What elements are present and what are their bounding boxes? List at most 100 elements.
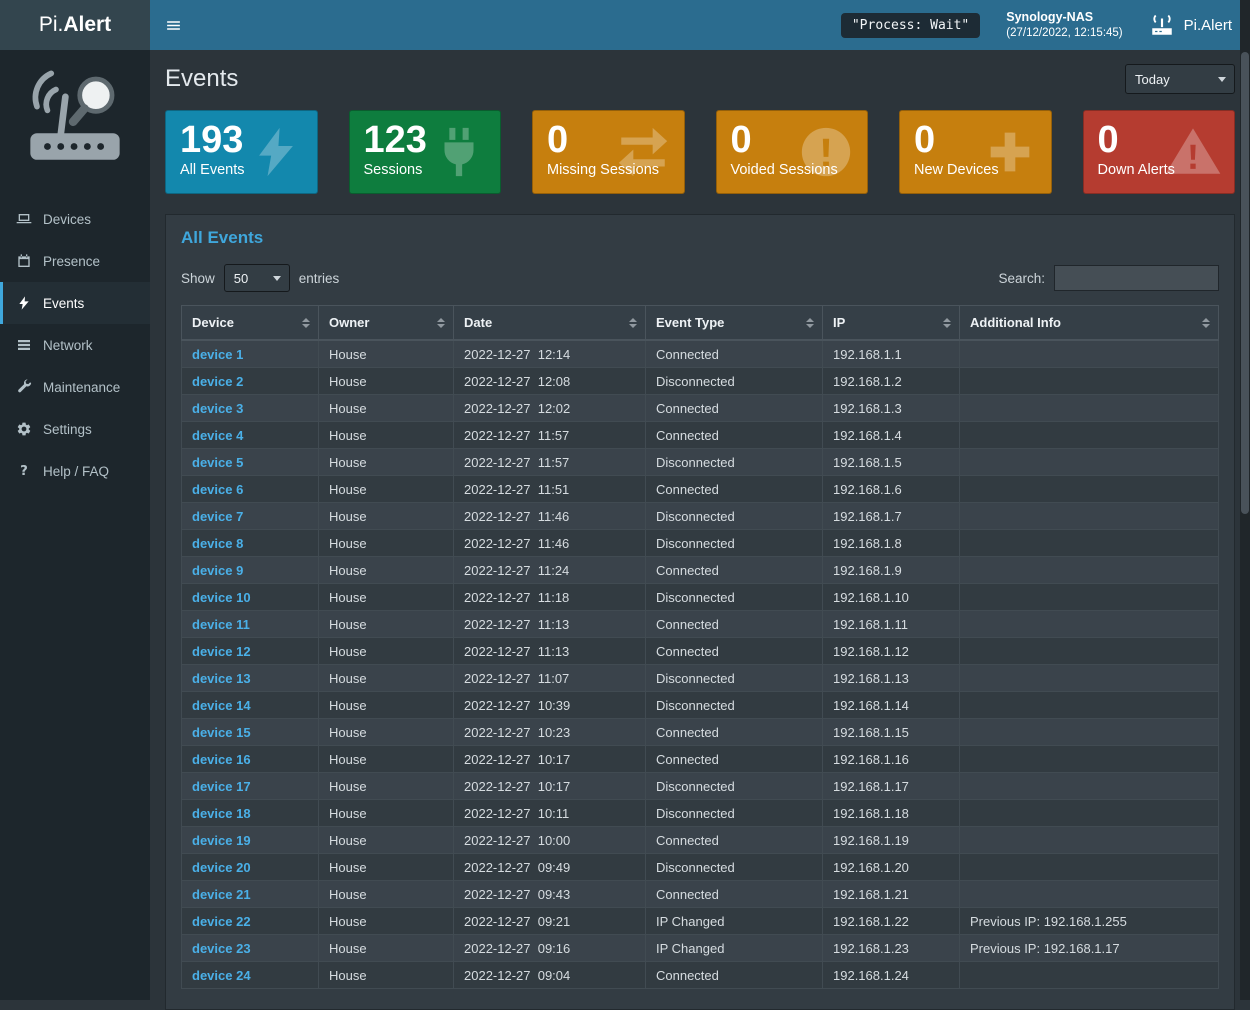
table-row: device 23House2022-12-27 09:16IP Changed… [182,935,1219,962]
sidebar-item-maintenance[interactable]: Maintenance [0,366,150,408]
event-type-cell: Connected [646,962,823,989]
device-link[interactable]: device 9 [192,563,243,578]
sort-icon [302,318,310,328]
ip-cell: 192.168.1.22 [823,908,960,935]
scrollbar-thumb[interactable] [1241,52,1249,514]
device-link[interactable]: device 24 [192,968,251,983]
additional-info-cell [960,692,1219,719]
ip-cell: 192.168.1.17 [823,773,960,800]
device-link[interactable]: device 13 [192,671,251,686]
bolt-icon [247,123,305,181]
device-link[interactable]: device 20 [192,860,251,875]
device-link[interactable]: device 21 [192,887,251,902]
owner-cell: House [319,773,454,800]
device-link[interactable]: device 3 [192,401,243,416]
page-length-select[interactable]: 50 [224,264,290,292]
sidebar-item-settings[interactable]: Settings [0,408,150,450]
table-header-row: DeviceOwnerDateEvent TypeIPAdditional In… [182,306,1219,341]
ip-cell: 192.168.1.11 [823,611,960,638]
device-link[interactable]: device 19 [192,833,251,848]
table-row: device 4House2022-12-27 11:57Connected19… [182,422,1219,449]
period-select[interactable]: Today [1125,64,1235,94]
table-row: device 2House2022-12-27 12:08Disconnecte… [182,368,1219,395]
column-header-ip[interactable]: IP [823,306,960,341]
laptop-icon [16,211,32,227]
search-input[interactable] [1054,265,1219,291]
device-cell: device 14 [182,692,319,719]
sidebar-toggle-button[interactable] [150,0,196,50]
date-cell: 2022-12-27 10:17 [454,773,646,800]
ip-cell: 192.168.1.23 [823,935,960,962]
date-cell: 2022-12-27 12:02 [454,395,646,422]
period-select-wrap: Today [1125,64,1235,94]
sidebar-item-help-faq[interactable]: ?Help / FAQ [0,450,150,492]
owner-cell: House [319,908,454,935]
owner-cell: House [319,881,454,908]
host-name: Synology-NAS [1006,9,1122,25]
summary-card-down-alerts[interactable]: 0Down Alerts [1083,110,1236,194]
app-logo[interactable]: Pi.Alert [0,0,150,50]
summary-card-voided-sessions[interactable]: 0Voided Sessions [716,110,869,194]
device-link[interactable]: device 12 [192,644,251,659]
page-length-control: Show 50 entries [181,264,339,292]
column-header-owner[interactable]: Owner [319,306,454,341]
column-header-additional-info[interactable]: Additional Info [960,306,1219,341]
plug-icon [430,123,488,181]
device-link[interactable]: device 6 [192,482,243,497]
app-logo-image [0,50,150,198]
summary-card-sessions[interactable]: 123Sessions [349,110,502,194]
page-scrollbar[interactable] [1240,0,1250,1000]
device-link[interactable]: device 23 [192,941,251,956]
device-link[interactable]: device 17 [192,779,251,794]
column-header-event-type[interactable]: Event Type [646,306,823,341]
owner-cell: House [319,611,454,638]
sort-icon [437,318,445,328]
device-link[interactable]: device 8 [192,536,243,551]
device-link[interactable]: device 22 [192,914,251,929]
device-link[interactable]: device 1 [192,347,243,362]
ip-cell: 192.168.1.3 [823,395,960,422]
column-header-date[interactable]: Date [454,306,646,341]
column-header-device[interactable]: Device [182,306,319,341]
additional-info-cell [960,773,1219,800]
table-row: device 8House2022-12-27 11:46Disconnecte… [182,530,1219,557]
ip-cell: 192.168.1.13 [823,665,960,692]
table-row: device 17House2022-12-27 10:17Disconnect… [182,773,1219,800]
summary-cards: 193All Events 123Sessions 0Missing Session… [165,110,1235,194]
device-link[interactable]: device 16 [192,752,251,767]
sidebar-item-presence[interactable]: Presence [0,240,150,282]
date-cell: 2022-12-27 09:16 [454,935,646,962]
sidebar-item-devices[interactable]: Devices [0,198,150,240]
search-control: Search: [998,265,1219,291]
device-link[interactable]: device 15 [192,725,251,740]
device-link[interactable]: device 2 [192,374,243,389]
device-link[interactable]: device 4 [192,428,243,443]
additional-info-cell [960,422,1219,449]
device-link[interactable]: device 11 [192,617,250,632]
sidebar-item-network[interactable]: Network [0,324,150,366]
additional-info-cell [960,340,1219,368]
ip-cell: 192.168.1.16 [823,746,960,773]
sidebar-item-events[interactable]: Events [0,282,150,324]
event-type-cell: Connected [646,422,823,449]
device-link[interactable]: device 18 [192,806,251,821]
date-cell: 2022-12-27 11:18 [454,584,646,611]
ip-cell: 192.168.1.15 [823,719,960,746]
sort-icon [943,318,951,328]
owner-cell: House [319,827,454,854]
date-cell: 2022-12-27 09:43 [454,881,646,908]
event-type-cell: Disconnected [646,584,823,611]
summary-card-new-devices[interactable]: 0New Devices [899,110,1052,194]
event-type-cell: Connected [646,611,823,638]
table-row: device 18House2022-12-27 10:11Disconnect… [182,800,1219,827]
device-link[interactable]: device 7 [192,509,243,524]
event-type-cell: Disconnected [646,368,823,395]
device-link[interactable]: device 10 [192,590,251,605]
ip-cell: 192.168.1.5 [823,449,960,476]
page-header: Events Today [165,64,1235,94]
device-link[interactable]: device 14 [192,698,251,713]
summary-card-all-events[interactable]: 193All Events [165,110,318,194]
device-link[interactable]: device 5 [192,455,243,470]
summary-card-missing-sessions[interactable]: 0Missing Sessions [532,110,685,194]
search-label: Search: [998,271,1045,286]
